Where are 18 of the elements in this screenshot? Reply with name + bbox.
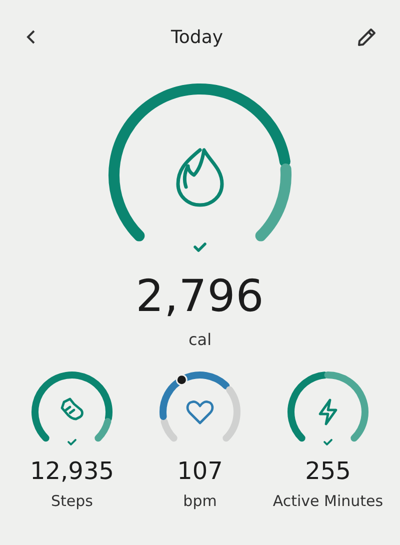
stat-value: 12,935 <box>30 456 114 486</box>
remaining-arc <box>324 372 368 442</box>
screen-title: Today <box>170 26 224 48</box>
stat-label: bpm <box>183 491 217 511</box>
stat-value: 107 <box>177 456 223 486</box>
progress-arc <box>288 372 328 442</box>
lightning-icon <box>318 398 338 426</box>
stat-value: 255 <box>305 456 351 486</box>
stat-label: Steps <box>51 491 93 511</box>
pencil-icon[interactable] <box>356 26 378 48</box>
heart-icon <box>186 400 214 424</box>
flame-icon <box>176 148 224 207</box>
stat-label: Active Minutes <box>272 491 384 511</box>
shoe-icon <box>60 398 84 420</box>
remaining-arc <box>94 418 112 442</box>
calories-value: 2,796 <box>136 272 264 322</box>
calories-unit: cal <box>188 330 212 350</box>
current-marker <box>176 374 188 386</box>
